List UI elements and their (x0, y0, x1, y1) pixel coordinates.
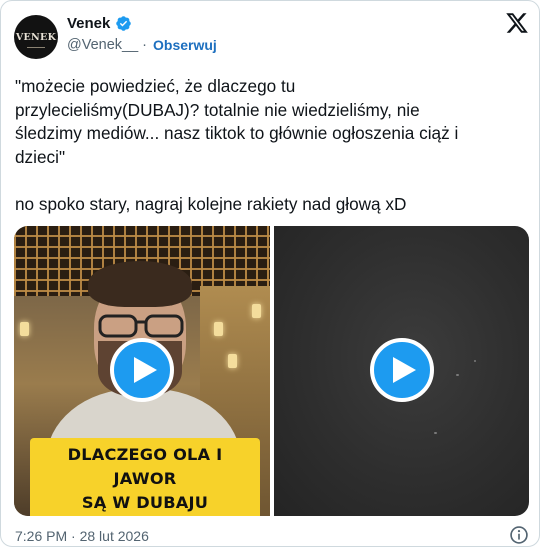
video-caption-text: DLACZEGO OLA I JAWOR SĄ W DUBAJU (67, 445, 223, 512)
play-button-right[interactable] (369, 338, 434, 402)
video-caption: DLACZEGO OLA I JAWOR SĄ W DUBAJU (30, 438, 260, 516)
glasses-icon (98, 314, 184, 338)
video-right[interactable] (273, 226, 529, 516)
verified-badge-icon (116, 16, 132, 31)
person-hair (88, 261, 192, 307)
lamp (252, 304, 261, 318)
night-sky-speck (433, 432, 437, 434)
avatar-logo-text: VENEK (15, 31, 57, 43)
separator-dot: · (142, 37, 148, 53)
tweet-text: "możecie powiedzieć, że dlaczego tu przy… (15, 76, 459, 214)
video-left[interactable]: DLACZEGO OLA I JAWOR SĄ W DUBAJU (14, 226, 270, 516)
lamp (20, 322, 29, 336)
lamp (214, 322, 223, 336)
author-handle-row: @Venek__ · Obserwuj (67, 37, 217, 53)
media-grid: DLACZEGO OLA I JAWOR SĄ W DUBAJU (14, 226, 529, 516)
author-handle[interactable]: @Venek__ (67, 37, 138, 53)
lamp (228, 354, 237, 368)
play-icon (393, 357, 416, 383)
x-logo-icon[interactable] (504, 11, 530, 35)
play-button-left[interactable] (110, 338, 174, 402)
avatar-logo-underline (27, 47, 45, 48)
author-name-row: Venek (67, 15, 132, 32)
night-sky-speck (455, 374, 459, 376)
info-icon[interactable] (509, 525, 529, 545)
tweet-card: VENEK Venek @Venek__ · Obserwuj "możecie… (0, 0, 540, 547)
play-icon (133, 357, 157, 383)
tweet-timestamp[interactable]: 7:26 PM · 28 lut 2026 (15, 528, 149, 544)
night-sky-speck (473, 360, 476, 362)
author-name[interactable]: Venek (67, 15, 110, 32)
follow-button[interactable]: Obserwuj (153, 37, 217, 53)
avatar[interactable]: VENEK (14, 15, 58, 59)
